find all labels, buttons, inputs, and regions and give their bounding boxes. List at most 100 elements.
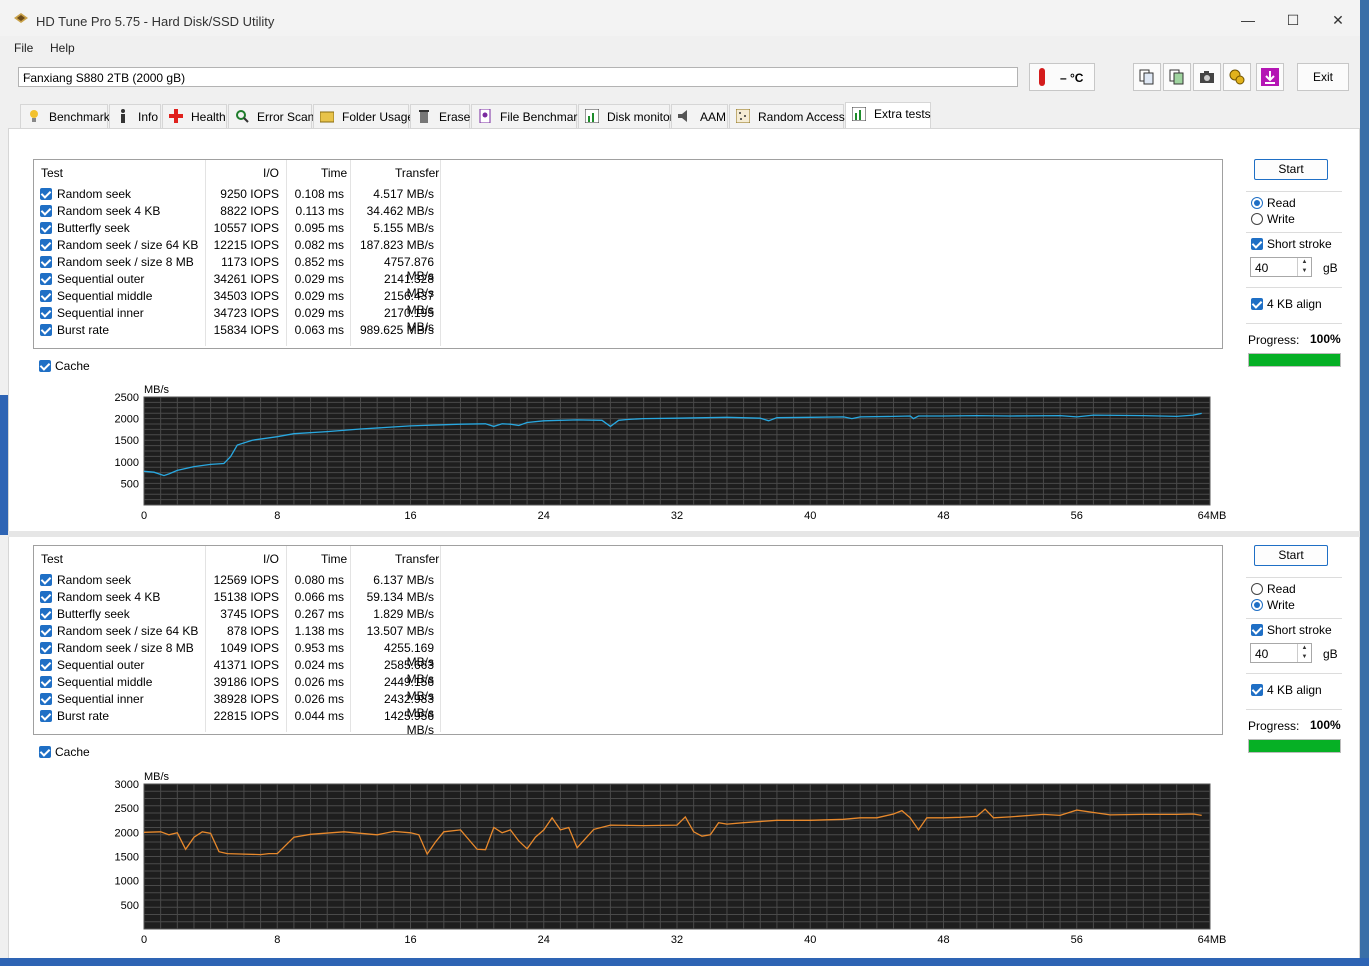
table-row[interactable]: Random seek 9250 IOPS 0.108 ms 4.517 MB/s [34,185,454,202]
options-button[interactable] [1223,63,1251,91]
cache-checkbox-write[interactable] [39,746,51,758]
table-row[interactable]: Random seek / size 8 MB 1173 IOPS 0.852 ms… [34,253,454,283]
short-stroke-spinner[interactable]: 40 ▲ ▼ [1250,257,1312,277]
tab-folder-usage[interactable]: Folder Usage [313,104,414,128]
read-radio[interactable] [1251,197,1263,209]
menu-file[interactable]: File [14,41,33,55]
column-transfer[interactable]: Transfer [395,552,439,566]
tab-extra-tests[interactable]: Extra tests [845,102,931,129]
temperature-display: – °C [1029,63,1095,91]
column-test[interactable]: Test [41,166,63,180]
test-checkbox[interactable] [40,693,52,705]
test-checkbox[interactable] [40,642,52,654]
test-checkbox[interactable] [40,307,52,319]
tab-erase[interactable]: Erase [410,104,470,128]
table-row[interactable]: Sequential inner 34723 IOPS 0.029 ms 2170.1… [34,304,454,334]
test-checkbox[interactable] [40,222,52,234]
test-checkbox[interactable] [40,290,52,302]
table-row[interactable]: Sequential middle 34503 IOPS 0.029 ms 2156.… [34,287,454,317]
cache-label: Cache [55,745,90,759]
tab-random-access[interactable]: Random Access [729,104,845,128]
table-row[interactable]: Random seek / size 8 MB 1049 IOPS 0.953 ms… [34,639,454,669]
short-stroke-checkbox[interactable] [1251,624,1263,636]
test-checkbox[interactable] [40,574,52,586]
table-row[interactable]: Butterfly seek 3745 IOPS 0.267 ms 1.829 MB/… [34,605,454,622]
exit-button[interactable]: Exit [1297,63,1349,91]
write-radio[interactable] [1251,213,1263,225]
spin-up-icon[interactable]: ▲ [1297,258,1311,267]
test-checkbox[interactable] [40,608,52,620]
column-transfer[interactable]: Transfer [395,166,439,180]
column-test[interactable]: Test [41,552,63,566]
test-checkbox[interactable] [40,273,52,285]
column-time[interactable]: Time [321,166,347,180]
tab-aam[interactable]: AAM [671,104,728,128]
test-checkbox[interactable] [40,710,52,722]
tab-benchmark[interactable]: Benchmark [20,104,110,128]
test-checkbox[interactable] [40,625,52,637]
column-time[interactable]: Time [321,552,347,566]
table-row[interactable]: Butterfly seek 10557 IOPS 0.095 ms 5.155 MB… [34,219,454,236]
copy-info-button[interactable] [1163,63,1191,91]
align-checkbox[interactable] [1251,298,1263,310]
start-button-read[interactable]: Start [1254,159,1328,180]
test-name: Sequential inner [57,692,144,706]
short-stroke-spinner[interactable]: 40 ▲ ▼ [1250,643,1312,663]
table-row[interactable]: Sequential middle 39186 IOPS 0.026 ms 2449.… [34,673,454,703]
column-io[interactable]: I/O [263,166,279,180]
y-axis-label: MB/s [144,384,170,396]
test-checkbox[interactable] [40,591,52,603]
x-tick-label: 16 [404,510,416,520]
spin-down-icon[interactable]: ▼ [1297,653,1311,662]
close-button[interactable]: ✕ [1318,8,1358,32]
menu-help[interactable]: Help [50,41,75,55]
table-row[interactable]: Random seek 4 KB 15138 IOPS 0.066 ms 59.134… [34,588,454,605]
column-io[interactable]: I/O [263,552,279,566]
write-radio[interactable] [1251,599,1263,611]
drive-select[interactable]: Fanxiang S880 2TB (2000 gB) ⌵ [18,67,1018,87]
tab-health[interactable]: Health [162,104,227,128]
x-tick-label: 8 [274,934,280,946]
table-row[interactable]: Sequential outer 41371 IOPS 0.024 ms 2585.6… [34,656,454,686]
spin-down-icon[interactable]: ▼ [1297,267,1311,276]
table-row[interactable]: Random seek / size 64 KB 12215 IOPS 0.082 … [34,236,454,253]
save-button[interactable] [1256,63,1284,91]
short-stroke-checkbox[interactable] [1251,238,1263,250]
table-row[interactable]: Burst rate 15834 IOPS 0.063 ms 989.625 MB/s [34,321,454,338]
tab-info[interactable]: Info [109,104,161,128]
screenshot-button[interactable] [1193,63,1221,91]
temperature-value: – °C [1060,71,1084,85]
copy-text-button[interactable] [1133,63,1161,91]
minimize-button[interactable]: — [1228,8,1268,32]
test-io: 8822 IOPS [220,204,279,218]
table-row[interactable]: Random seek 4 KB 8822 IOPS 0.113 ms 34.462 … [34,202,454,219]
test-checkbox[interactable] [40,676,52,688]
test-checkbox[interactable] [40,239,52,251]
test-io: 15834 IOPS [213,323,279,337]
test-io: 15138 IOPS [213,590,279,604]
tab-disk-monitor[interactable]: Disk monitor [578,104,674,128]
table-row[interactable]: Sequential outer 34261 IOPS 0.029 ms 2141.3… [34,270,454,300]
cache-checkbox-read[interactable] [39,360,51,372]
align-checkbox[interactable] [1251,684,1263,696]
progress-bar [1248,739,1341,753]
table-row[interactable]: Random seek 12569 IOPS 0.080 ms 6.137 MB/s [34,571,454,588]
maximize-button[interactable]: ☐ [1273,8,1313,32]
x-tick-label: 64MB [1198,510,1227,520]
desktop-taskbar-edge [0,958,1369,966]
test-checkbox[interactable] [40,188,52,200]
table-row[interactable]: Burst rate 22815 IOPS 0.044 ms 1425.956 MB/… [34,707,454,737]
test-checkbox[interactable] [40,324,52,336]
tab-error-scan[interactable]: Error Scan [228,104,314,128]
spin-up-icon[interactable]: ▲ [1297,644,1311,653]
test-checkbox[interactable] [40,205,52,217]
test-checkbox[interactable] [40,256,52,268]
tab-file-benchmark[interactable]: File Benchmark [471,104,583,128]
read-radio[interactable] [1251,583,1263,595]
table-row[interactable]: Random seek / size 64 KB 878 IOPS 1.138 ms… [34,622,454,639]
menu-bar: File Help [0,38,1360,58]
test-time: 0.029 ms [294,306,344,320]
test-checkbox[interactable] [40,659,52,671]
table-row[interactable]: Sequential inner 38928 IOPS 0.026 ms 2432.9… [34,690,454,720]
start-button-write[interactable]: Start [1254,545,1328,566]
